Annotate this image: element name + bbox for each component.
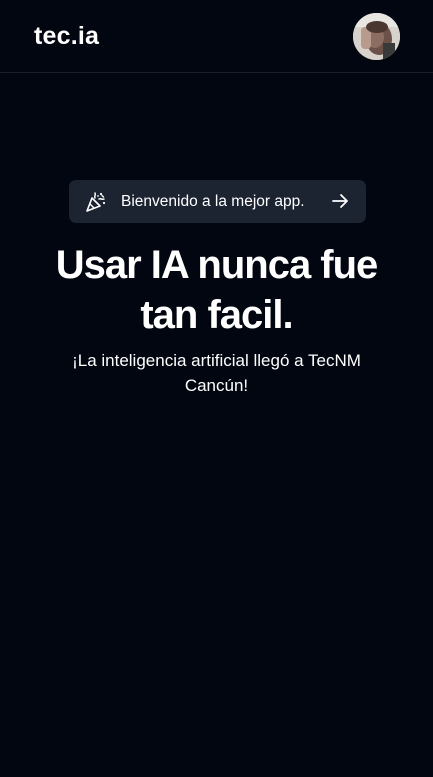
avatar-photo-icon xyxy=(353,13,400,60)
hero-headline: Usar IA nunca fue tan facil. xyxy=(0,240,433,340)
announcement-text: Bienvenido a la mejor app. xyxy=(121,193,305,210)
page: tec.ia Bienvenido a la mejor app. Usar I… xyxy=(0,0,433,777)
hero-headline-line-2: tan facil. xyxy=(140,293,293,337)
hero-headline-line-1: Usar IA nunca fue xyxy=(55,243,379,287)
hero-subtitle: ¡La inteligencia artificial llegó a TecN… xyxy=(30,348,403,398)
party-popper-icon xyxy=(86,192,106,212)
arrow-right-icon[interactable] xyxy=(330,191,350,211)
top-header: tec.ia xyxy=(0,0,433,73)
user-avatar[interactable] xyxy=(353,13,400,60)
hero-subtitle-line-2: Cancún! xyxy=(184,376,249,395)
welcome-announcement-pill[interactable]: Bienvenido a la mejor app. xyxy=(69,180,366,223)
app-logo[interactable]: tec.ia xyxy=(34,20,99,52)
hero-subtitle-line-1: ¡La inteligencia artificial llegó a TecN… xyxy=(72,351,361,370)
